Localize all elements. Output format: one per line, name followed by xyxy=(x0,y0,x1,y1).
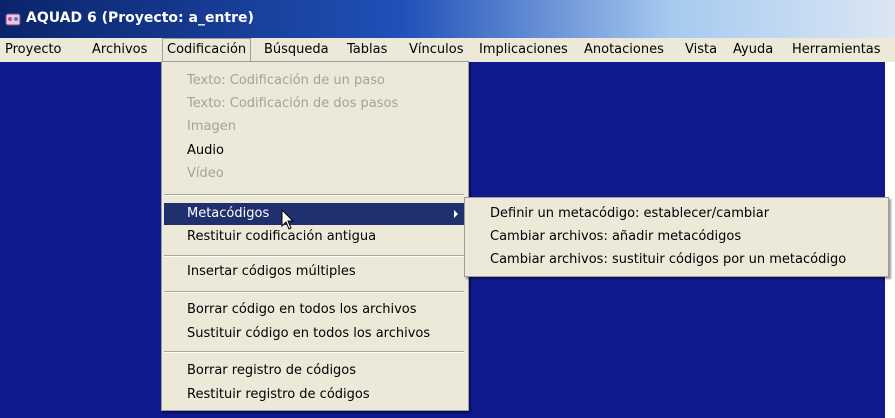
menu-item-insertar-codigos[interactable]: Insertar códigos múltiples xyxy=(162,261,468,283)
menu-item-metacodigos[interactable]: Metacódigos xyxy=(164,203,466,225)
menu-item-sustituir-codigo[interactable]: Sustituir código en todos los archivos xyxy=(162,323,468,345)
menu-separator xyxy=(164,351,464,353)
submenu-item-sustituir-codigos[interactable]: Cambiar archivos: sustituir códigos por … xyxy=(465,249,888,271)
menu-vista[interactable]: Vista xyxy=(685,38,717,62)
menu-item-imagen[interactable]: Imagen xyxy=(162,116,468,138)
menu-bar: Proyecto Archivos Codificación Búsqueda … xyxy=(0,38,895,63)
menu-vinculos[interactable]: Vínculos xyxy=(409,38,463,62)
submenu-item-anadir-metacodigos[interactable]: Cambiar archivos: añadir metacódigos xyxy=(465,226,888,248)
menu-implicaciones[interactable]: Implicaciones xyxy=(479,38,568,62)
menu-codificacion[interactable]: Codificación xyxy=(162,38,252,62)
menu-proyecto[interactable]: Proyecto xyxy=(5,38,62,62)
menu-ayuda[interactable]: Ayuda xyxy=(733,38,773,62)
menu-item-texto-un-paso[interactable]: Texto: Codificación de un paso xyxy=(162,70,468,92)
menu-separator xyxy=(164,291,464,293)
menu-item-metacodigos-label: Metacódigos xyxy=(187,206,270,221)
menu-archivos[interactable]: Archivos xyxy=(92,38,147,62)
menu-item-borrar-codigo[interactable]: Borrar código en todos los archivos xyxy=(162,299,468,321)
menu-separator xyxy=(164,255,464,257)
menu-item-restituir-registro[interactable]: Restituir registro de códigos xyxy=(162,384,468,406)
menu-item-restituir-codificacion[interactable]: Restituir codificación antigua xyxy=(162,226,468,248)
menu-tablas[interactable]: Tablas xyxy=(347,38,387,62)
codificacion-dropdown: Texto: Codificación de un paso Texto: Co… xyxy=(161,61,469,411)
app-icon xyxy=(5,13,21,26)
submenu-item-definir-metacodigo[interactable]: Definir un metacódigo: establecer/cambia… xyxy=(465,203,888,225)
title-bar: AQUAD 6 (Proyecto: a_entre) xyxy=(0,0,895,38)
menu-separator xyxy=(164,194,464,196)
menu-item-video[interactable]: Vídeo xyxy=(162,163,468,185)
menu-herramientas[interactable]: Herramientas xyxy=(792,38,881,62)
window-title: AQUAD 6 (Proyecto: a_entre) xyxy=(26,10,254,26)
metacodigos-submenu: Definir un metacódigo: establecer/cambia… xyxy=(464,197,889,277)
mouse-pointer-icon xyxy=(281,209,295,230)
menu-item-borrar-registro[interactable]: Borrar registro de códigos xyxy=(162,360,468,382)
menu-item-texto-dos-pasos[interactable]: Texto: Codificación de dos pasos xyxy=(162,93,468,115)
menu-item-audio[interactable]: Audio xyxy=(162,140,468,162)
menu-anotaciones[interactable]: Anotaciones xyxy=(584,38,664,62)
menu-busqueda[interactable]: Búsqueda xyxy=(264,38,329,62)
submenu-arrow-icon xyxy=(454,210,458,218)
